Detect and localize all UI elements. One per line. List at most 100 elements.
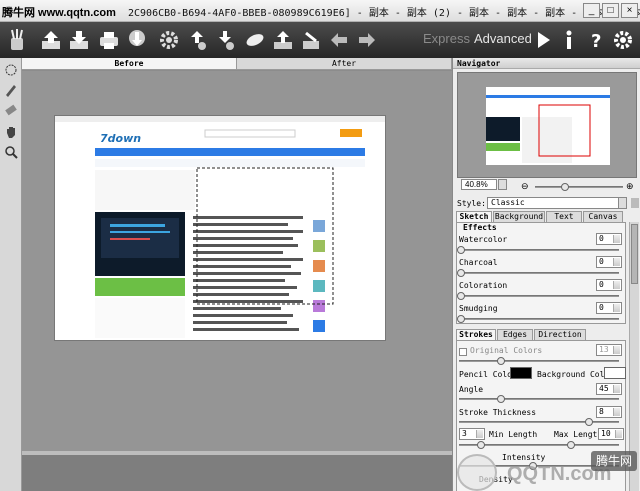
tab-strokes[interactable]: Strokes bbox=[456, 329, 496, 340]
view-tabs: Before After bbox=[22, 58, 452, 70]
coloration-value[interactable]: 0 bbox=[596, 279, 622, 291]
navigator-preview[interactable] bbox=[457, 72, 637, 178]
smudging-slider[interactable] bbox=[457, 315, 619, 323]
preferences-gear-icon[interactable] bbox=[610, 27, 635, 52]
tab-before[interactable]: Before bbox=[22, 58, 237, 69]
source-photo: 7down bbox=[54, 115, 386, 341]
coloration-slider-thumb[interactable] bbox=[457, 292, 465, 300]
open-image-icon[interactable] bbox=[38, 27, 63, 52]
angle-label: Angle bbox=[459, 385, 484, 394]
navigator-thumbnail bbox=[486, 87, 610, 165]
max-length-thumb[interactable] bbox=[567, 441, 575, 449]
express-mode-button[interactable]: Express bbox=[423, 31, 470, 46]
charcoal-label: Charcoal bbox=[459, 258, 498, 267]
crop-icon[interactable] bbox=[298, 27, 323, 52]
angle-slider-thumb[interactable] bbox=[497, 395, 505, 403]
stroke-thickness-slider[interactable] bbox=[459, 418, 619, 426]
original-colors-slider[interactable] bbox=[459, 357, 619, 365]
eraser-tool-icon[interactable] bbox=[3, 102, 19, 118]
selection-tool-icon[interactable] bbox=[3, 62, 19, 78]
zoom-tool-icon[interactable] bbox=[3, 144, 19, 160]
window-title: 2C906CB0-B694-4AF0-BBEB-080989C619E6] - … bbox=[128, 8, 640, 19]
smudging-value[interactable]: 0 bbox=[596, 302, 622, 314]
settings-gear-icon[interactable] bbox=[156, 27, 181, 52]
right-panel: Navigator 40.8% ⊖ ⊕ Style: Classic Sketc… bbox=[452, 58, 640, 491]
maximize-button[interactable]: □ bbox=[602, 3, 619, 18]
minimize-button[interactable]: _ bbox=[583, 3, 600, 18]
min-length-thumb[interactable] bbox=[477, 441, 485, 449]
watercolor-slider-thumb[interactable] bbox=[457, 246, 465, 254]
watercolor-value[interactable]: 0 bbox=[596, 233, 622, 245]
settings-scrollbar-thumb[interactable] bbox=[631, 224, 638, 284]
stroke-thickness-slider-thumb[interactable] bbox=[585, 418, 593, 426]
svg-text:7down: 7down bbox=[100, 132, 141, 145]
svg-text:?: ? bbox=[591, 31, 601, 51]
batch-download-icon[interactable] bbox=[124, 27, 149, 52]
original-colors-value[interactable]: 13 bbox=[596, 344, 622, 356]
watercolor-slider[interactable] bbox=[457, 246, 619, 254]
pencil-tool-icon[interactable] bbox=[3, 82, 19, 98]
zoom-slider[interactable] bbox=[535, 183, 623, 191]
left-toolbar bbox=[0, 58, 22, 491]
charcoal-value[interactable]: 0 bbox=[596, 256, 622, 268]
coloration-slider[interactable] bbox=[457, 292, 619, 300]
redo-arrow-icon[interactable] bbox=[354, 27, 379, 52]
tab-after[interactable]: After bbox=[237, 58, 452, 69]
navigator-header: Navigator bbox=[453, 58, 640, 69]
zoom-level-field[interactable]: 40.8% bbox=[461, 179, 497, 190]
download-settings-icon[interactable] bbox=[212, 27, 237, 52]
eraser-icon[interactable] bbox=[242, 27, 267, 52]
style-label: Style: bbox=[457, 199, 486, 208]
stroke-thickness-value[interactable]: 8 bbox=[596, 406, 622, 418]
tab-sketch[interactable]: Sketch bbox=[456, 211, 492, 222]
smudging-label: Smudging bbox=[459, 304, 498, 313]
style-options-icon[interactable] bbox=[631, 198, 639, 208]
close-button[interactable]: × bbox=[621, 3, 638, 18]
window-controls: _ □ × bbox=[583, 3, 638, 18]
coloration-label: Coloration bbox=[459, 281, 508, 290]
pencil-color-swatch[interactable] bbox=[510, 367, 532, 379]
info-icon[interactable] bbox=[556, 27, 581, 52]
center-workspace: Before After 7down bbox=[22, 58, 452, 491]
zoom-slider-thumb[interactable] bbox=[561, 183, 569, 191]
style-select[interactable]: Classic bbox=[487, 197, 627, 209]
angle-slider[interactable] bbox=[459, 395, 619, 403]
zoom-out-icon[interactable]: ⊖ bbox=[521, 181, 529, 192]
original-colors-slider-thumb[interactable] bbox=[497, 357, 505, 365]
tab-background[interactable]: Background bbox=[493, 211, 545, 222]
tab-direction[interactable]: Direction bbox=[534, 329, 586, 340]
tab-canvas[interactable]: Canvas bbox=[583, 211, 623, 222]
min-length-value[interactable]: 3 bbox=[459, 428, 485, 440]
style-dropdown-icon[interactable] bbox=[618, 197, 627, 209]
watermark-badge: 腾牛网 bbox=[591, 451, 637, 471]
save-image-icon[interactable] bbox=[66, 27, 91, 52]
stroke-thickness-label: Stroke Thickness bbox=[459, 408, 537, 417]
help-icon[interactable]: ? bbox=[584, 27, 609, 52]
charcoal-slider-thumb[interactable] bbox=[457, 269, 465, 277]
print-icon[interactable] bbox=[96, 27, 121, 52]
min-length-label: Min Length bbox=[489, 430, 538, 439]
lower-panel bbox=[22, 455, 452, 491]
charcoal-slider[interactable] bbox=[457, 269, 619, 277]
watermark-logo bbox=[457, 454, 497, 491]
max-length-value[interactable]: 10 bbox=[598, 428, 624, 440]
length-range-slider[interactable] bbox=[459, 441, 619, 449]
advanced-mode-button[interactable]: Advanced bbox=[474, 31, 532, 46]
zoom-in-icon[interactable]: ⊕ bbox=[626, 181, 634, 192]
watercolor-label: Watercolor bbox=[459, 235, 508, 244]
hand-tool-icon[interactable] bbox=[3, 124, 19, 140]
tab-text[interactable]: Text bbox=[546, 211, 582, 222]
upload-settings-icon[interactable] bbox=[184, 27, 209, 52]
background-color-swatch[interactable] bbox=[604, 367, 626, 379]
undo-arrow-icon[interactable] bbox=[326, 27, 351, 52]
smudging-slider-thumb[interactable] bbox=[457, 315, 465, 323]
tab-edges[interactable]: Edges bbox=[497, 329, 533, 340]
brushes-logo-icon bbox=[4, 27, 29, 52]
angle-value[interactable]: 45 bbox=[596, 383, 622, 395]
pencil-color-label: Pencil Color bbox=[459, 370, 517, 379]
play-icon[interactable] bbox=[530, 27, 555, 52]
image-canvas[interactable]: 7down bbox=[22, 71, 452, 451]
export-icon[interactable] bbox=[270, 27, 295, 52]
original-colors-checkbox[interactable] bbox=[459, 348, 467, 356]
zoom-dropdown-button[interactable] bbox=[498, 179, 507, 190]
